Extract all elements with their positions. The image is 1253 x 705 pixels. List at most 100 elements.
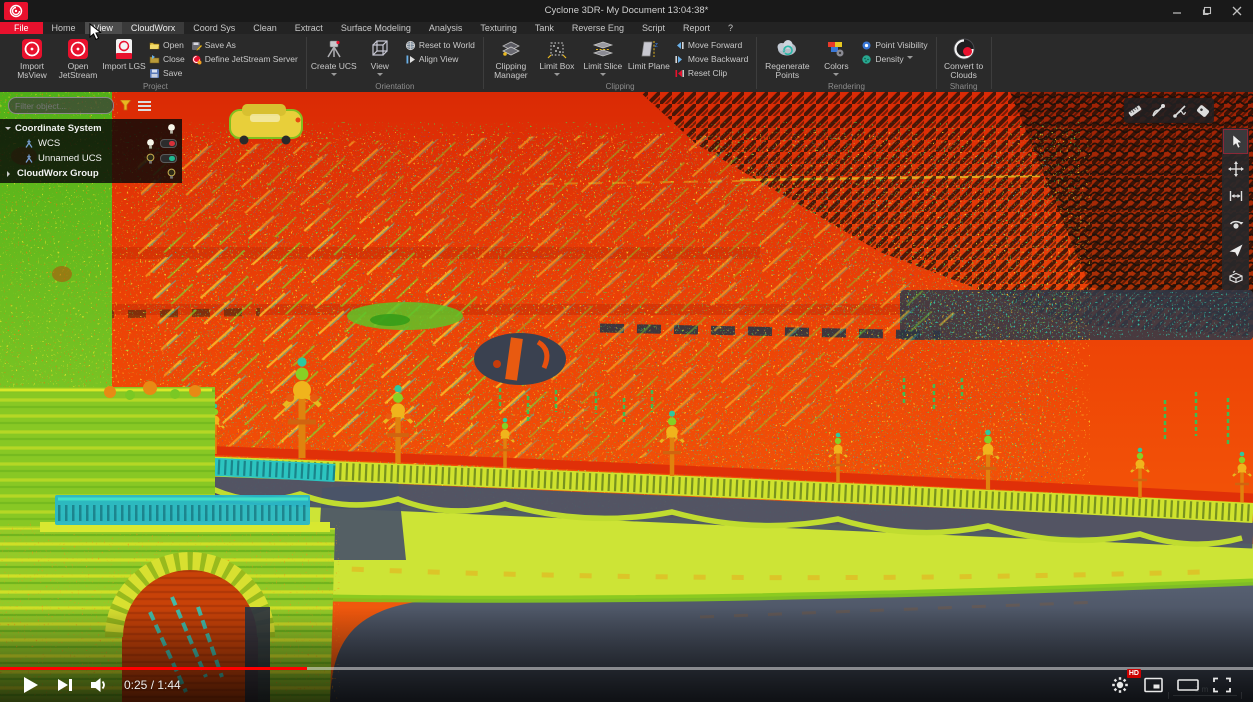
- save-as-button[interactable]: Save As: [191, 39, 298, 51]
- regenerate-points-button[interactable]: Regenerate Points: [761, 35, 813, 80]
- dropdown-caret: [331, 73, 337, 79]
- scan-shadow-oval: [474, 333, 566, 385]
- next-button[interactable]: [48, 672, 82, 698]
- dropdown-caret: [377, 73, 383, 79]
- unnamed-ucs-toggle[interactable]: [160, 154, 177, 163]
- maximize-button[interactable]: [1199, 4, 1215, 18]
- select-cursor-icon: [1228, 134, 1244, 150]
- volume-button[interactable]: [82, 672, 116, 698]
- tag-icon[interactable]: [1194, 102, 1212, 120]
- move-forward-button[interactable]: Move Forward: [674, 39, 748, 51]
- maximize-icon: [1202, 6, 1212, 16]
- group-label-sharing: Sharing: [941, 82, 987, 92]
- tab-reverse-eng[interactable]: Reverse Eng: [563, 22, 633, 34]
- point-cloud-scene: [0, 92, 1253, 702]
- convert-to-clouds-button[interactable]: Convert to Clouds: [941, 35, 987, 80]
- tab-script[interactable]: Script: [633, 22, 674, 34]
- visibility-bulb-off-icon[interactable]: [166, 168, 177, 180]
- fit-width-tool[interactable]: [1223, 183, 1248, 208]
- paper-plane-icon: [1228, 242, 1244, 258]
- visibility-bulb-off-icon[interactable]: [145, 153, 156, 165]
- convert-to-clouds-icon: [952, 37, 976, 61]
- limit-box-icon: [546, 37, 568, 61]
- tab-tank[interactable]: Tank: [526, 22, 563, 34]
- miniplayer-icon: [1144, 677, 1164, 693]
- youtube-video-frame: Cyclone 3DR- My Document 13:04:38* File …: [0, 0, 1253, 705]
- svg-text:z: z: [654, 42, 658, 49]
- play-icon: [24, 677, 38, 693]
- fullscreen-icon: [1213, 677, 1231, 693]
- move-backward-button[interactable]: Move Backward: [674, 53, 748, 65]
- tree-item-wcs[interactable]: WCS: [0, 136, 182, 151]
- limit-box-button[interactable]: Limit Box: [534, 35, 580, 79]
- density-button[interactable]: Density: [861, 53, 927, 65]
- measure-spline-icon[interactable]: [1171, 102, 1189, 120]
- limit-plane-icon: z: [638, 37, 660, 61]
- tab-view[interactable]: View: [85, 22, 122, 34]
- define-jetstream-server-button[interactable]: Define JetStream Server: [191, 53, 298, 65]
- miniplayer-button[interactable]: [1137, 672, 1171, 698]
- play-button[interactable]: [14, 672, 48, 698]
- colors-icon: [825, 37, 847, 61]
- save-button[interactable]: Save: [149, 67, 185, 79]
- create-ucs-button[interactable]: Create UCS: [311, 35, 357, 79]
- tab-file[interactable]: File: [0, 22, 43, 34]
- tab-home[interactable]: Home: [43, 22, 85, 34]
- theater-mode-button[interactable]: [1171, 672, 1205, 698]
- tab-coord-sys[interactable]: Coord Sys: [184, 22, 244, 34]
- visibility-bulb-on-icon[interactable]: [166, 123, 177, 135]
- tab-report[interactable]: Report: [674, 22, 719, 34]
- ruler-icon[interactable]: [1126, 102, 1144, 120]
- fly-tool[interactable]: [1223, 237, 1248, 262]
- dropdown-caret: [907, 56, 913, 62]
- tab-clean[interactable]: Clean: [244, 22, 286, 34]
- close-button[interactable]: [1229, 4, 1245, 18]
- minimize-button[interactable]: [1169, 4, 1185, 18]
- filter-funnel-icon[interactable]: [120, 100, 132, 111]
- point-visibility-button[interactable]: Point Visibility: [861, 39, 927, 51]
- theater-icon: [1177, 677, 1199, 693]
- view-button[interactable]: View: [357, 35, 403, 79]
- import-msview-icon: [21, 37, 43, 61]
- ribbon: Import MsView Open JetStream Import LGS: [0, 34, 1253, 92]
- orbit-tool[interactable]: [1223, 210, 1248, 235]
- tab-extract[interactable]: Extract: [286, 22, 332, 34]
- limit-slice-button[interactable]: Limit Slice: [580, 35, 626, 79]
- visibility-bulb-on-icon[interactable]: [145, 138, 156, 150]
- wcs-toggle[interactable]: [160, 139, 177, 148]
- pan-tool[interactable]: [1223, 156, 1248, 181]
- collapse-caret-icon[interactable]: [5, 127, 11, 133]
- fullscreen-button[interactable]: [1205, 672, 1239, 698]
- tab-help[interactable]: ?: [719, 22, 742, 34]
- tab-texturing[interactable]: Texturing: [471, 22, 526, 34]
- ribbon-separator: [756, 37, 757, 89]
- open-button[interactable]: Open: [149, 39, 185, 51]
- reset-to-world-button[interactable]: Reset to World: [405, 39, 475, 51]
- reset-clip-button[interactable]: Reset Clip: [674, 67, 748, 79]
- measure-angle-icon[interactable]: [1149, 102, 1167, 120]
- import-lgs-button[interactable]: Import LGS: [101, 35, 147, 71]
- expand-caret-icon[interactable]: [7, 171, 13, 177]
- clipping-manager-button[interactable]: Clipping Manager: [488, 35, 534, 80]
- scene-tree-panel: Coordinate System WCS: [0, 119, 182, 183]
- viewport-3d[interactable]: Coordinate System WCS: [0, 92, 1253, 702]
- tree-item-coordinate-system[interactable]: Coordinate System: [0, 121, 182, 136]
- tree-item-unnamed-ucs[interactable]: Unnamed UCS: [0, 151, 182, 166]
- tree-item-cloudworx-group[interactable]: CloudWorx Group: [0, 166, 182, 181]
- colors-button[interactable]: Colors: [813, 35, 859, 79]
- view-box-tool[interactable]: [1223, 264, 1248, 289]
- tab-cloudworx[interactable]: CloudWorx: [122, 22, 184, 34]
- panel-menu-icon[interactable]: [138, 101, 151, 111]
- align-view-button[interactable]: Align View: [405, 53, 475, 65]
- close-button-project[interactable]: Close: [149, 53, 185, 65]
- import-msview-button[interactable]: Import MsView: [9, 35, 55, 80]
- pan-icon: [1228, 161, 1244, 177]
- select-cursor-tool[interactable]: [1223, 129, 1248, 154]
- tab-surface-modeling[interactable]: Surface Modeling: [332, 22, 420, 34]
- filter-object-input[interactable]: [8, 97, 114, 114]
- tab-analysis[interactable]: Analysis: [420, 22, 472, 34]
- limit-plane-button[interactable]: z Limit Plane: [626, 35, 672, 71]
- move-backward-icon: [674, 54, 685, 65]
- settings-button[interactable]: HD: [1103, 672, 1137, 698]
- open-jetstream-button[interactable]: Open JetStream: [55, 35, 101, 80]
